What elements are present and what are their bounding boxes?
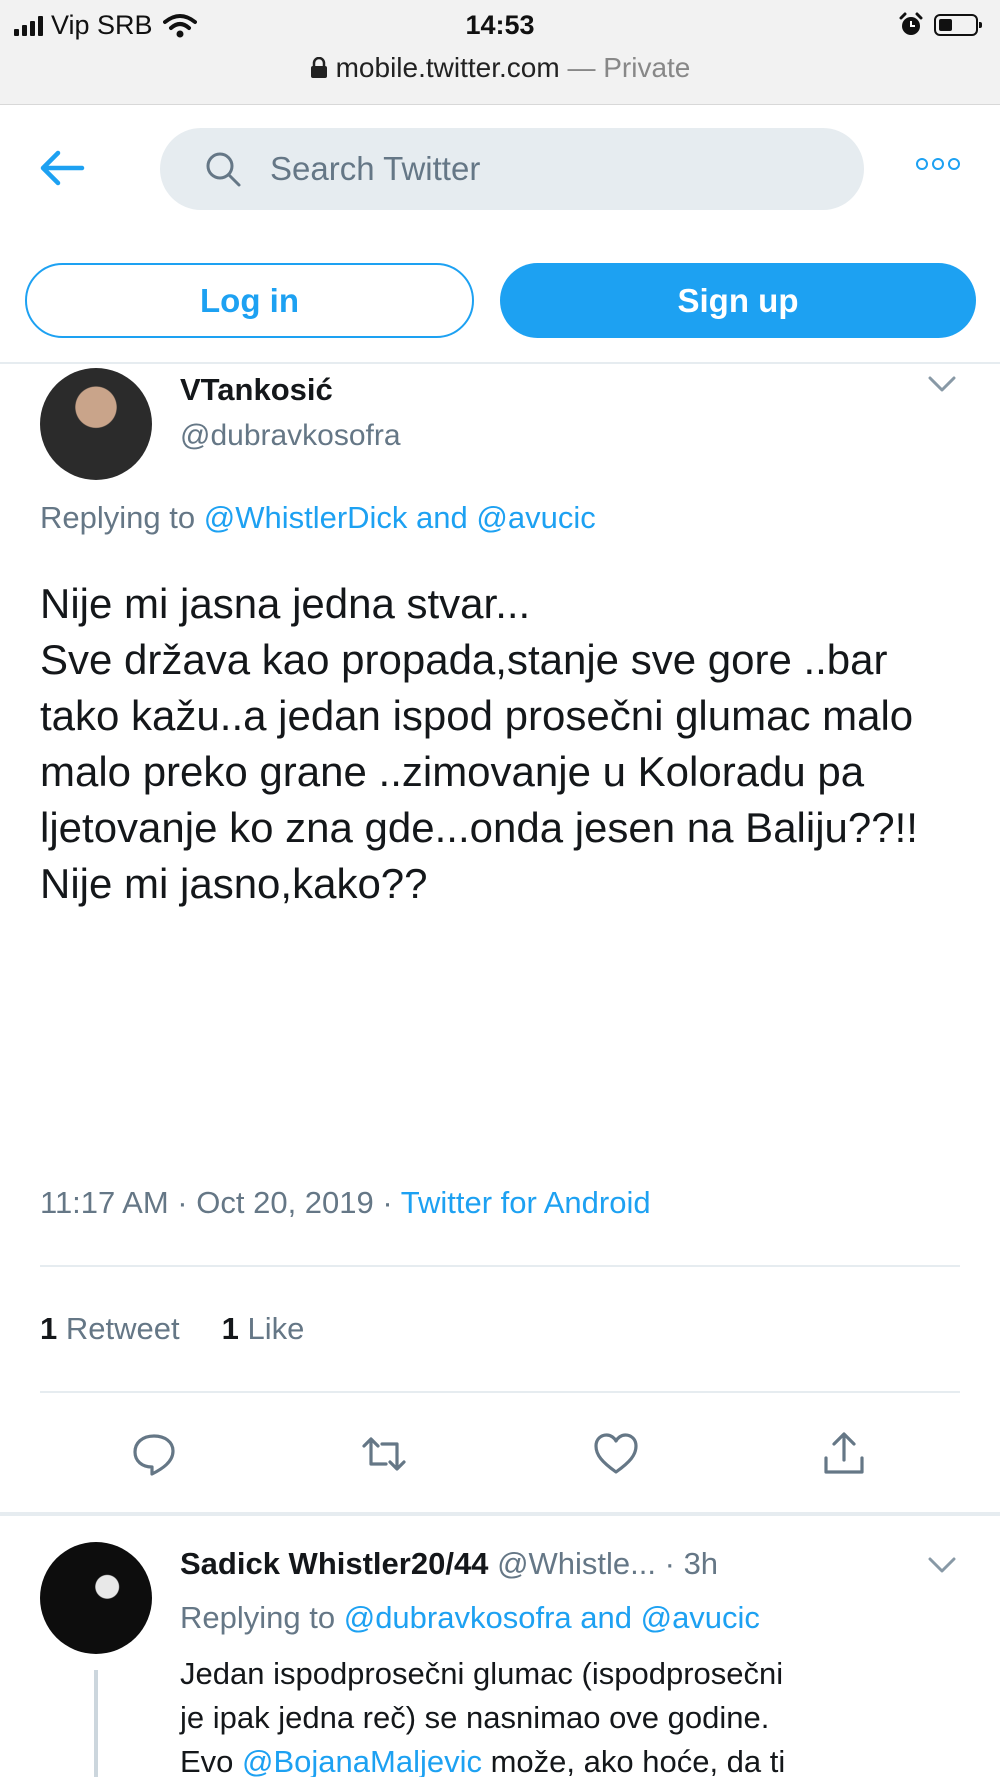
reply-author-handle[interactable]: @Whistle... [497,1546,656,1581]
reply-text-line: Evo @BojanaMaljevic može, ako hoće, da t… [180,1740,960,1777]
url-domain: mobile.twitter.com [335,52,560,83]
chevron-down-icon[interactable] [928,1556,956,1574]
battery-icon [934,14,982,36]
retweet-icon[interactable] [360,1430,408,1478]
replying-prefix: Replying to [180,1600,344,1635]
mention-link[interactable]: @dubravkosofra [344,1600,572,1635]
avatar[interactable] [40,368,152,480]
reply-text: Jedan ispodprosečni glumac (ispodprosečn… [180,1652,960,1777]
search-bar[interactable] [160,128,864,210]
replying-and: and [407,500,477,535]
header-divider [0,362,1000,364]
thread-line [94,1670,98,1777]
tweet-author-name[interactable]: VTankosić [180,372,333,408]
reply-age: 3h [683,1546,719,1581]
back-arrow-icon[interactable] [38,148,86,188]
mention-link[interactable]: @WhistlerDick [204,500,408,535]
mention-link[interactable]: @BojanaMaljevic [242,1744,482,1777]
search-input[interactable] [270,150,790,188]
share-icon[interactable] [820,1430,868,1478]
avatar[interactable] [40,1542,152,1654]
reply-header: Sadick Whistler20/44 @Whistle... · 3h [180,1546,719,1581]
status-bar: Vip SRB 14:53 mobile.twitter.com — Priva… [0,0,1000,105]
like-stat[interactable]: 1 Like [222,1311,305,1347]
tweet-date: Oct 20, 2019 [196,1185,374,1220]
tweet-text: Nije mi jasna jedna stvar... Sve država … [40,580,918,907]
tweet-author-handle[interactable]: @dubravkosofra [180,419,401,453]
alarm-icon [899,12,923,35]
status-time: 14:53 [465,10,535,40]
lock-icon [310,56,327,78]
replying-and: and [571,1600,641,1635]
like-icon[interactable] [592,1430,640,1478]
chevron-down-icon[interactable] [928,375,956,393]
reply-icon[interactable] [130,1430,178,1478]
retweet-stat[interactable]: 1 Retweet [40,1311,180,1347]
search-icon [206,152,241,187]
replying-to: Replying to @WhistlerDick and @avucic [40,500,596,536]
reply-text-segment: može, ako hoće, da ti [482,1744,786,1777]
login-button[interactable]: Log in [25,263,474,338]
replying-prefix: Replying to [40,500,204,535]
tweet-time: 11:17 AM [40,1185,169,1220]
tweet-source[interactable]: Twitter for Android [401,1185,651,1220]
divider [40,1265,960,1267]
reply-text-segment: Evo [180,1744,243,1777]
mention-link[interactable]: @avucic [641,1600,760,1635]
more-icon[interactable] [916,158,960,170]
replying-to: Replying to @dubravkosofra and @avucic [180,1600,760,1636]
retweet-count: 1 [40,1311,58,1346]
reply-text-line: je ipak jedna reč) se nasnimao ove godin… [180,1700,770,1735]
reply-text-line: Jedan ispodprosečni glumac (ispodprosečn… [180,1656,784,1691]
signup-button[interactable]: Sign up [500,263,976,338]
tweet-meta: 11:17 AM · Oct 20, 2019 · Twitter for An… [40,1185,651,1220]
like-count: 1 [221,1311,239,1346]
status-right [898,12,982,38]
url-separator: — [559,52,604,83]
like-label: Like [247,1311,305,1346]
section-divider [0,1512,1000,1516]
url-bar[interactable]: mobile.twitter.com — Private [0,52,1000,84]
url-private-label: Private [603,52,691,83]
reply-author-name[interactable]: Sadick Whistler20/44 [180,1546,488,1581]
divider [40,1391,960,1393]
retweet-label: Retweet [65,1311,180,1346]
mention-link[interactable]: @avucic [476,500,595,535]
tweet-stats: 1 Retweet 1 Like [40,1311,304,1347]
